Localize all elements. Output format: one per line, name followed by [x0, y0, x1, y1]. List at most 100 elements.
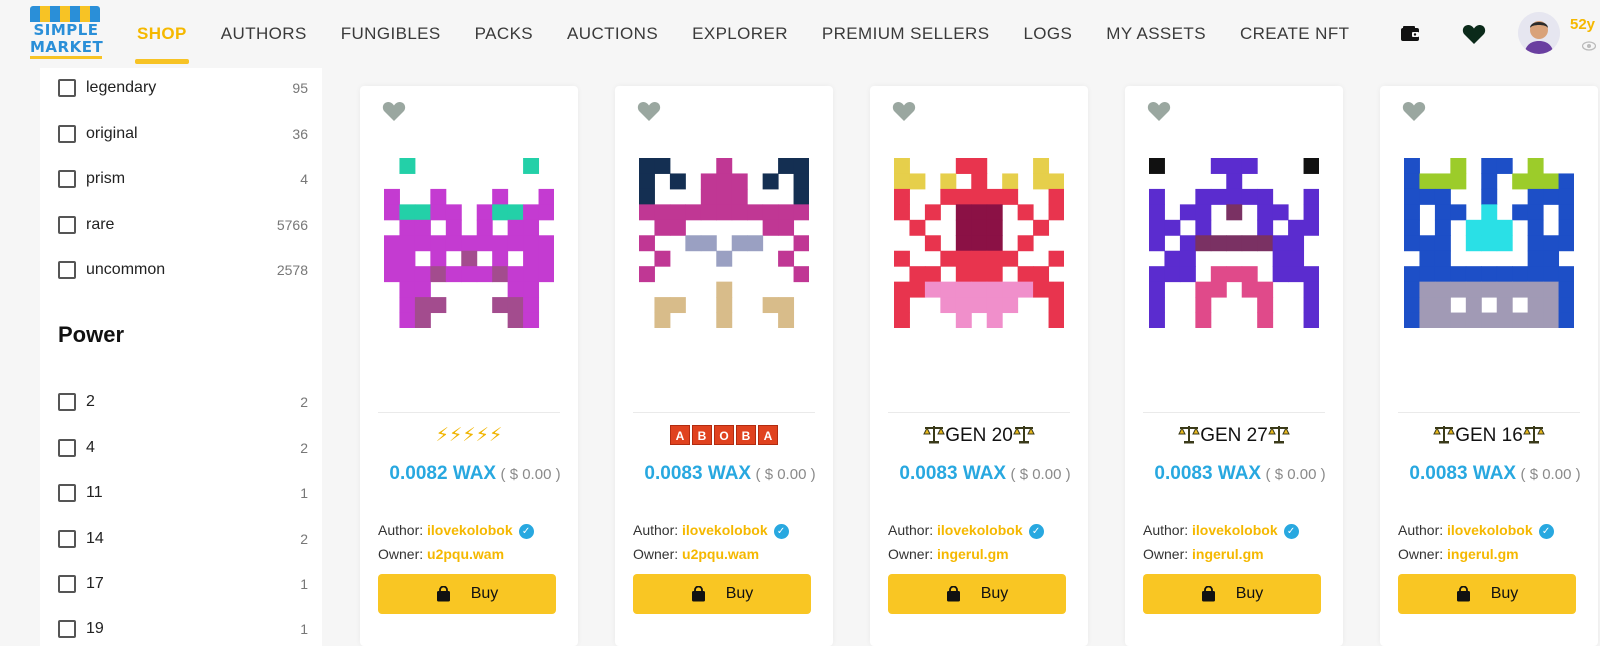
nav-explorer[interactable]: EXPLORER: [692, 0, 788, 68]
nft-card[interactable]: ⚡⚡⚡⚡⚡ 0.0082 WAX ( $ 0.00 ) Author: ilovek…: [360, 86, 578, 646]
owner-label: Owner:: [633, 546, 679, 562]
favorite-heart-icon[interactable]: [1402, 100, 1426, 127]
logo-line1: SIMPLE: [33, 21, 99, 39]
title-letter: B: [736, 424, 756, 445]
nav-auctions[interactable]: AUCTIONS: [567, 0, 658, 68]
nav-shop[interactable]: SHOP: [135, 0, 189, 68]
filter-power-4[interactable]: 4 2: [58, 436, 308, 460]
price-wax: 0.0083 WAX: [1154, 463, 1262, 484]
filter-power-19[interactable]: 19 1: [58, 617, 308, 641]
price-row: 0.0083 WAX ( $ 0.00 ): [1400, 460, 1590, 489]
nav-fungibles[interactable]: FUNGIBLES: [341, 0, 441, 68]
filter-label: 4: [86, 439, 95, 456]
nav-create-nft[interactable]: CREATE NFT: [1240, 0, 1349, 68]
nft-image[interactable]: [894, 158, 1065, 329]
author-row: Author: ilovekolobok ✓: [888, 522, 1044, 539]
scale-icon: [1012, 426, 1035, 449]
checkbox[interactable]: [58, 620, 76, 638]
nft-image[interactable]: [1404, 158, 1575, 329]
simple-market-logo[interactable]: SIMPLE MARKET: [30, 6, 103, 62]
filter-power-17[interactable]: 17 1: [58, 572, 308, 596]
title-letter: B: [692, 424, 712, 445]
filter-count: 2: [300, 440, 308, 456]
owner-link[interactable]: u2pqu.wam: [682, 546, 759, 562]
logo-awning: [30, 6, 100, 22]
avatar[interactable]: [1518, 12, 1560, 54]
nft-card[interactable]: GEN 16 0.0083 WAX ( $ 0.00 ) Author: ilove…: [1380, 86, 1598, 646]
owner-link[interactable]: ingerul.gm: [1192, 546, 1264, 562]
checkbox[interactable]: [58, 484, 76, 502]
nft-image[interactable]: [384, 158, 555, 329]
checkbox[interactable]: [58, 530, 76, 548]
verified-icon: ✓: [1538, 524, 1554, 539]
nft-image[interactable]: [639, 158, 810, 329]
buy-label: Buy: [470, 585, 499, 602]
buy-button[interactable]: Buy: [378, 574, 556, 614]
filter-power-11[interactable]: 11 1: [58, 481, 308, 505]
price-wax: 0.0083 WAX: [1409, 463, 1517, 484]
heart-icon[interactable]: [1462, 22, 1486, 46]
shopping-bag-icon: [946, 586, 971, 602]
filter-label: original: [86, 125, 138, 142]
author-link[interactable]: ilovekolobok: [1447, 522, 1533, 538]
wallet-icon[interactable]: [1398, 22, 1422, 46]
nav-my-assets[interactable]: MY ASSETS: [1106, 0, 1206, 68]
checkbox[interactable]: [58, 170, 76, 188]
nav-packs[interactable]: PACKS: [475, 0, 533, 68]
favorite-heart-icon[interactable]: [382, 100, 406, 127]
divider: [888, 412, 1070, 413]
price-usd: ( $ 0.00 ): [1010, 466, 1071, 483]
price-row: 0.0082 WAX ( $ 0.00 ): [380, 460, 570, 489]
buy-button[interactable]: Buy: [1143, 574, 1321, 614]
nft-card[interactable]: A B O B A 0.0083 WAX ( $ 0.00 ) Author: ilovek…: [615, 86, 833, 646]
owner-label: Owner:: [378, 546, 424, 562]
card-title-row: ⚡⚡⚡⚡⚡: [360, 424, 578, 447]
owner-link[interactable]: u2pqu.wam: [427, 546, 504, 562]
card-title-row: ABOBA: [615, 424, 833, 446]
filter-rare[interactable]: rare 5766: [58, 213, 308, 237]
favorite-heart-icon[interactable]: [892, 100, 916, 127]
owner-link[interactable]: ingerul.gm: [1447, 546, 1519, 562]
owner-label: Owner:: [1398, 546, 1444, 562]
favorite-heart-icon[interactable]: [1147, 100, 1171, 127]
favorite-heart-icon[interactable]: [637, 100, 661, 127]
author-row: Author: ilovekolobok ✓: [633, 522, 789, 539]
author-link[interactable]: ilovekolobok: [937, 522, 1023, 538]
scale-icon: [1433, 426, 1456, 449]
author-link[interactable]: ilovekolobok: [682, 522, 768, 538]
checkbox[interactable]: [58, 261, 76, 279]
filter-power-2[interactable]: 2 2: [58, 390, 308, 414]
shopping-bag-icon: [436, 586, 461, 602]
filter-power-14[interactable]: 14 2: [58, 527, 308, 551]
price-usd: ( $ 0.00 ): [755, 466, 816, 483]
author-link[interactable]: ilovekolobok: [1192, 522, 1278, 538]
filter-legendary[interactable]: legendary 95: [58, 76, 308, 100]
nft-card[interactable]: GEN 27 0.0083 WAX ( $ 0.00 ) Author: ilove…: [1125, 86, 1343, 646]
nav-authors[interactable]: AUTHORS: [221, 0, 307, 68]
checkbox[interactable]: [58, 79, 76, 97]
filter-label: uncommon: [86, 261, 166, 278]
card-title: GEN 16: [1455, 425, 1523, 446]
owner-row: Owner: ingerul.gm: [1398, 546, 1519, 562]
nft-card[interactable]: GEN 20 0.0083 WAX ( $ 0.00 ) Author: ilove…: [870, 86, 1088, 646]
owner-link[interactable]: ingerul.gm: [937, 546, 1009, 562]
filter-prism[interactable]: prism 4: [58, 167, 308, 191]
nav-logs[interactable]: LOGS: [1023, 0, 1072, 68]
buy-button[interactable]: Buy: [633, 574, 811, 614]
nav-premium-sellers[interactable]: PREMIUM SELLERS: [822, 0, 990, 68]
checkbox[interactable]: [58, 393, 76, 411]
checkbox[interactable]: [58, 439, 76, 457]
buy-button[interactable]: Buy: [888, 574, 1066, 614]
checkbox[interactable]: [58, 125, 76, 143]
nft-image[interactable]: [1149, 158, 1320, 329]
filter-count: 1: [300, 485, 308, 501]
checkbox[interactable]: [58, 575, 76, 593]
checkbox[interactable]: [58, 216, 76, 234]
filter-label: 17: [86, 575, 104, 592]
author-link[interactable]: ilovekolobok: [427, 522, 513, 538]
divider: [1398, 412, 1580, 413]
buy-button[interactable]: Buy: [1398, 574, 1576, 614]
filter-original[interactable]: original 36: [58, 122, 308, 146]
filter-uncommon[interactable]: uncommon 2578: [58, 258, 308, 282]
user-name[interactable]: 52y: [1570, 16, 1595, 33]
